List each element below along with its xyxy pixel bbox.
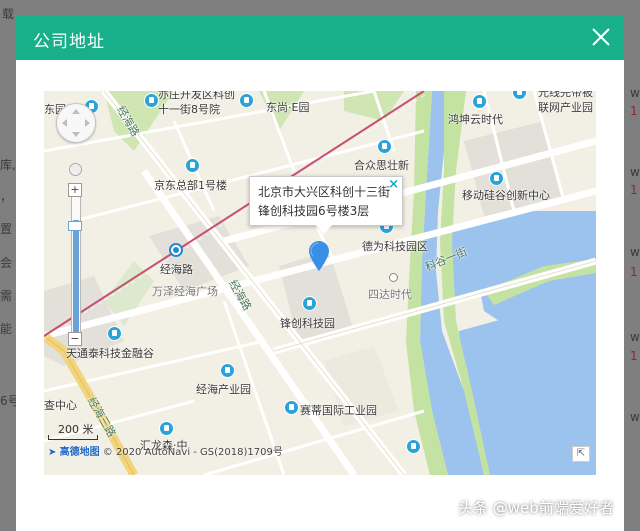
poi-label: 京东总部1号楼 bbox=[154, 179, 227, 192]
bg-fragment: 1 bbox=[630, 265, 638, 279]
close-icon[interactable] bbox=[588, 24, 614, 50]
poi-label: 万泽经海广场 bbox=[152, 285, 218, 298]
scale-bar: 200 米 bbox=[48, 421, 98, 440]
pan-control[interactable] bbox=[56, 103, 96, 143]
poi-icon[interactable] bbox=[220, 363, 235, 378]
locate-icon[interactable] bbox=[69, 163, 82, 176]
address-popup: 北京市大兴区科创十三街锋创科技园6号楼3层 × bbox=[249, 176, 403, 234]
poi-icon[interactable] bbox=[302, 296, 317, 311]
poi-icon[interactable] bbox=[159, 421, 174, 436]
bg-fragment: 库, bbox=[0, 158, 16, 172]
poi-icon[interactable] bbox=[377, 139, 392, 154]
poi-label: 德为科技园区 bbox=[362, 240, 428, 253]
poi-icon[interactable] bbox=[144, 93, 159, 108]
poi-label: 赛蒂国际工业园 bbox=[300, 404, 377, 417]
watermark: 头条 @web前端爱好者 bbox=[458, 499, 614, 517]
poi-label: 经海产业园 bbox=[196, 383, 251, 396]
poi-label: 天通泰科技金融谷 bbox=[66, 347, 154, 360]
popup-close-icon[interactable]: × bbox=[388, 177, 399, 192]
popup-address: 北京市大兴区科创十三街锋创科技园6号楼3层 bbox=[258, 185, 391, 218]
bg-fragment: 1 bbox=[630, 104, 638, 118]
bg-fragment: 载 bbox=[2, 7, 15, 21]
address-modal: 公司地址 东园 亦庄开发区科创十一街8号院 东尚·E园 鸿坤云时代 光线完帝被联… bbox=[16, 16, 624, 531]
poi-icon[interactable] bbox=[107, 326, 122, 341]
poi-label: 鸿坤云时代 bbox=[448, 113, 503, 126]
zoom-in-button[interactable]: + bbox=[68, 183, 82, 197]
poi-icon[interactable] bbox=[472, 94, 487, 109]
modal-title: 公司地址 bbox=[33, 32, 105, 52]
bg-fragment: 能 bbox=[0, 322, 13, 336]
bg-fragment: ， bbox=[0, 190, 13, 204]
map-view[interactable]: 东园 亦庄开发区科创十一街8号院 东尚·E园 鸿坤云时代 光线完帝被联网产业园 … bbox=[44, 91, 596, 475]
poi-label: 经海路 bbox=[160, 263, 193, 276]
poi-icon[interactable] bbox=[284, 400, 299, 415]
zoom-slider[interactable] bbox=[71, 183, 81, 345]
poi-icon[interactable] bbox=[389, 273, 398, 282]
scale-line bbox=[48, 435, 98, 440]
metro-station-icon[interactable] bbox=[169, 243, 183, 257]
poi-label: 亦庄开发区科创十一街8号院 bbox=[158, 91, 235, 116]
poi-label: 移动硅谷创新中心 bbox=[462, 189, 550, 202]
bg-fragment: w bbox=[630, 245, 640, 259]
poi-label: 光线完帝被联网产业园 bbox=[538, 91, 593, 114]
bg-fragment: w bbox=[630, 410, 640, 424]
poi-label: 锋创科技园 bbox=[280, 317, 335, 330]
copyright-text: © 2020 AutoNavi - GS(2018)1709号 bbox=[102, 447, 283, 458]
bg-fragment: 1 bbox=[630, 183, 638, 197]
modal-header: 公司地址 bbox=[16, 16, 624, 60]
zoom-slider-handle[interactable] bbox=[68, 221, 82, 231]
poi-icon[interactable] bbox=[239, 93, 254, 108]
amap-logo[interactable]: 高德地图 bbox=[60, 447, 100, 458]
bg-fragment: 需 bbox=[0, 289, 13, 303]
poi-icon[interactable] bbox=[489, 171, 504, 186]
bg-fragment: 会 bbox=[0, 256, 13, 270]
bg-fragment: w bbox=[630, 330, 640, 344]
poi-label: 四达时代 bbox=[368, 288, 412, 301]
map-copyright: ➤ 高德地图 © 2020 AutoNavi - GS(2018)1709号 bbox=[48, 443, 283, 458]
location-marker-icon[interactable] bbox=[309, 241, 329, 275]
bg-fragment: 1 bbox=[630, 349, 638, 363]
pan-arrows-icon bbox=[62, 109, 90, 137]
poi-icon[interactable] bbox=[185, 158, 200, 173]
expand-icon[interactable]: ⇱ bbox=[572, 446, 590, 462]
zoom-out-button[interactable]: − bbox=[68, 332, 82, 346]
navigate-arrow-icon: ➤ bbox=[48, 447, 57, 458]
poi-label: 合众思壮新 bbox=[354, 159, 409, 172]
bg-fragment: 置 bbox=[0, 222, 13, 236]
poi-icon[interactable] bbox=[406, 439, 421, 454]
poi-label: 东尚·E园 bbox=[266, 101, 310, 114]
zoom-slider-fill bbox=[73, 220, 79, 343]
bg-fragment: w bbox=[630, 165, 640, 179]
poi-label: 查中心 bbox=[44, 399, 77, 412]
bg-fragment: w bbox=[630, 86, 640, 100]
